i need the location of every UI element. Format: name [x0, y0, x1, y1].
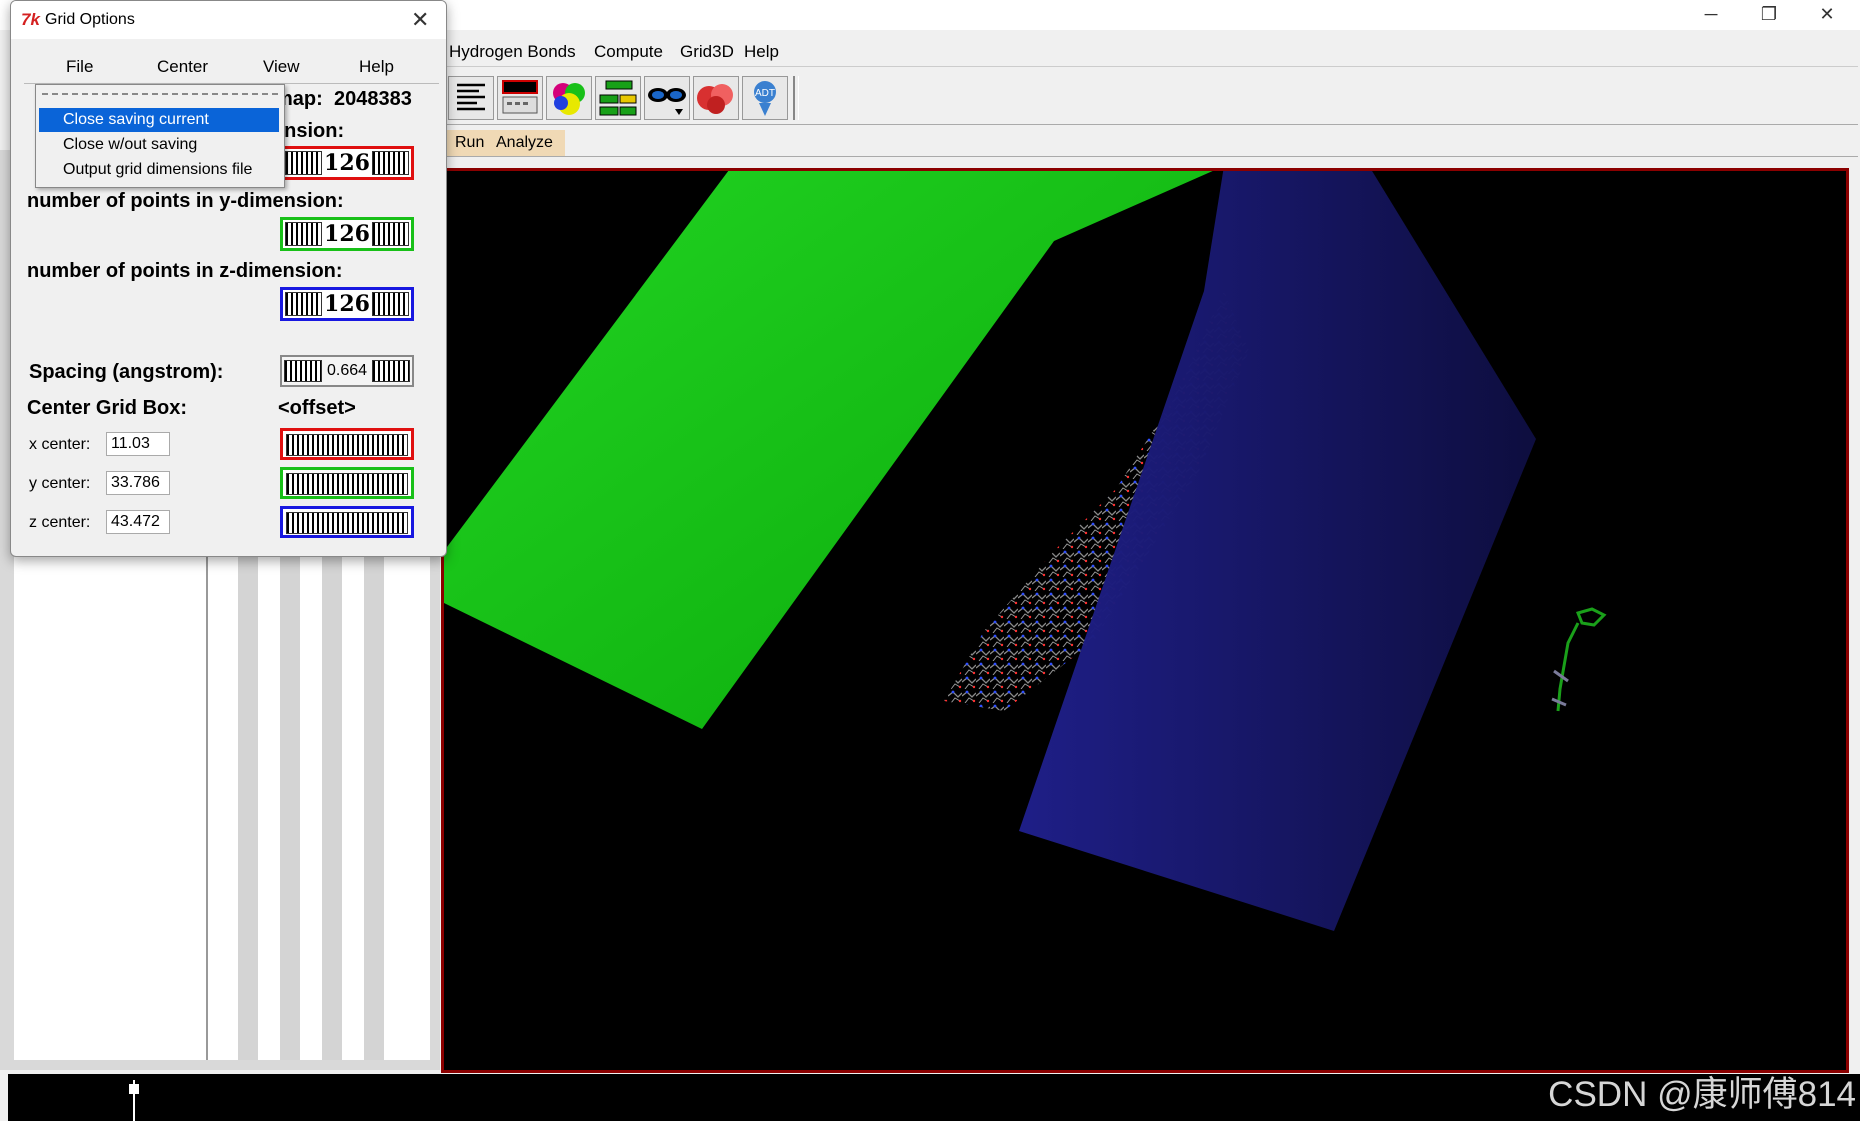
- close-window-button[interactable]: ✕: [1798, 0, 1856, 30]
- ligand-molecule: [1551, 607, 1607, 712]
- menu-item-close-saving-current[interactable]: Close saving current: [39, 108, 279, 132]
- tree-icon[interactable]: [595, 76, 641, 120]
- align-icon[interactable]: [448, 76, 494, 120]
- spacing-decrement[interactable]: [284, 360, 322, 382]
- y-points-decrement[interactable]: [285, 222, 323, 246]
- y-points-increment[interactable]: [371, 222, 409, 246]
- z-center-input[interactable]: 43.472: [106, 510, 170, 534]
- column-stripe: [322, 520, 342, 1060]
- z-points-counter[interactable]: 126: [280, 287, 414, 321]
- surface-icon[interactable]: [693, 76, 739, 120]
- dashboard-columns[interactable]: [208, 520, 430, 1060]
- svg-text:ADT: ADT: [755, 88, 775, 99]
- x-points-counter[interactable]: 126: [280, 146, 414, 180]
- dialog-title-bar[interactable]: 7k Grid Options ✕: [11, 1, 446, 39]
- x-center-slider-track[interactable]: [286, 434, 408, 456]
- display-icon[interactable]: [497, 76, 543, 120]
- menu-compute[interactable]: Compute: [594, 42, 663, 62]
- grid-options-dialog: 7k Grid Options ✕ File Center View Help …: [10, 0, 447, 557]
- x-center-slider[interactable]: [280, 428, 414, 460]
- main-toolbar: ADT: [445, 70, 1858, 125]
- molecule-color-icon[interactable]: [546, 76, 592, 120]
- stereo-glasses-icon[interactable]: [644, 76, 690, 120]
- y-points-value: 126: [324, 221, 370, 247]
- x-center-label: x center:: [29, 436, 91, 453]
- 3d-viewer[interactable]: [441, 168, 1849, 1073]
- tab-analyze[interactable]: Analyze: [484, 130, 565, 156]
- z-points-value: 126: [324, 291, 370, 317]
- menu-item-close-without-saving[interactable]: Close w/out saving: [39, 133, 279, 157]
- dialog-menu-bar: File Center View Help: [24, 51, 439, 83]
- restore-button[interactable]: ❐: [1740, 0, 1798, 30]
- watermark: CSDN @康师傅814: [1548, 1075, 1856, 1114]
- column-stripe: [280, 520, 300, 1060]
- main-menu-bar: Hydrogen Bonds Compute Grid3D Help: [440, 36, 1858, 67]
- y-center-slider[interactable]: [280, 467, 414, 499]
- file-dropdown-menu: Close saving current Close w/out saving …: [35, 84, 285, 188]
- dialog-menu-file[interactable]: File: [66, 57, 93, 77]
- map-count: 2048383: [334, 88, 412, 110]
- spacing-increment[interactable]: [371, 360, 410, 382]
- y-center-label: y center:: [29, 475, 91, 492]
- z-center-slider[interactable]: [280, 506, 414, 538]
- z-center-label: z center:: [29, 514, 91, 531]
- column-stripe: [364, 520, 384, 1060]
- dialog-menu-view[interactable]: View: [263, 57, 300, 77]
- z-center-slider-track[interactable]: [286, 512, 408, 534]
- dialog-close-button[interactable]: ✕: [411, 7, 429, 33]
- minimize-button[interactable]: ─: [1682, 0, 1740, 30]
- menu-item-output-grid-dimensions[interactable]: Output grid dimensions file: [39, 158, 279, 182]
- x-center-input[interactable]: 11.03: [106, 432, 170, 456]
- x-points-increment[interactable]: [371, 151, 409, 175]
- x-points-decrement[interactable]: [285, 151, 323, 175]
- menu-hydrogen-bonds[interactable]: Hydrogen Bonds: [449, 42, 576, 62]
- spacing-value: 0.664: [326, 362, 368, 379]
- y-dimension-label: number of points in y-dimension:: [27, 190, 344, 212]
- autodock-icon[interactable]: ADT: [742, 76, 788, 120]
- dialog-title: Grid Options: [45, 11, 135, 28]
- column-stripe: [238, 520, 258, 1060]
- menu-help[interactable]: Help: [744, 42, 779, 62]
- z-points-increment[interactable]: [371, 292, 409, 316]
- timeline-cursor-knob[interactable]: [129, 1084, 139, 1094]
- y-center-slider-track[interactable]: [286, 473, 408, 495]
- viewer-canvas: [444, 171, 1607, 931]
- dialog-menu-help[interactable]: Help: [359, 57, 394, 77]
- x-points-value: 126: [324, 150, 370, 176]
- spacing-counter[interactable]: 0.664: [280, 355, 414, 387]
- z-points-decrement[interactable]: [285, 292, 323, 316]
- z-dimension-label: number of points in z-dimension:: [27, 260, 343, 282]
- y-center-input[interactable]: 33.786: [106, 471, 170, 495]
- tk-logo-icon: 7k: [21, 10, 40, 29]
- main-tab-strip: Run Analyze: [443, 130, 1858, 157]
- dialog-menu-center[interactable]: Center: [157, 57, 208, 77]
- dashboard-list[interactable]: [14, 520, 208, 1060]
- toolbar-separator: [793, 76, 799, 120]
- menu-grid3d[interactable]: Grid3D: [680, 42, 734, 62]
- y-points-counter[interactable]: 126: [280, 217, 414, 251]
- menu-tearoff[interactable]: [42, 93, 278, 95]
- offset-label: <offset>: [278, 397, 356, 419]
- spacing-label: Spacing (angstrom):: [29, 361, 224, 383]
- center-grid-box-label: Center Grid Box:: [27, 397, 188, 419]
